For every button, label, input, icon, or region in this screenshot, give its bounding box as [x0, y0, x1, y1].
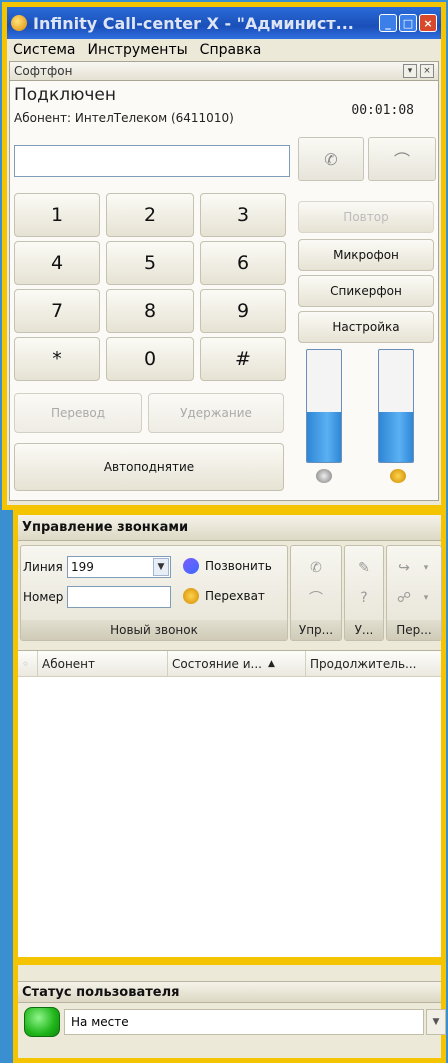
u-group-title: У... — [345, 620, 383, 640]
intercept-button[interactable]: Перехват — [183, 588, 265, 604]
hold-button[interactable]: Удержание — [148, 393, 284, 433]
new-call-group-title: Новый звонок — [21, 620, 287, 640]
hangup-icon: ⌒ — [393, 151, 410, 170]
status-indicator-icon[interactable] — [24, 1007, 60, 1037]
menu-item-system[interactable]: Система — [13, 42, 75, 58]
key-1[interactable]: 1 — [14, 193, 100, 237]
attach-icon[interactable]: ✎ — [355, 560, 373, 576]
microphone-icon — [316, 469, 332, 483]
close-icon[interactable]: × — [419, 14, 437, 32]
softphone-body: Подключен Абонент: ИнтелТелеком (6411010… — [9, 81, 439, 501]
phone-icon: ✆ — [324, 149, 338, 169]
menu-item-tools[interactable]: Инструменты — [87, 42, 187, 58]
line-select[interactable]: 199 ▼ — [67, 556, 171, 578]
key-0[interactable]: 0 — [106, 337, 194, 381]
speakerphone-button[interactable]: Спикерфон — [298, 275, 434, 307]
microphone-button[interactable]: Микрофон — [298, 239, 434, 271]
key-9[interactable]: 9 — [200, 289, 286, 333]
control-group: ✆ ⌒ Упр... — [290, 545, 342, 641]
autoanswer-button[interactable]: Автоподнятие — [14, 443, 284, 491]
call-control-frame: Управление звонками Линия 199 ▼ Номер По… — [13, 510, 446, 960]
column-state-label: Состояние и... — [172, 656, 262, 671]
column-duration[interactable]: Продолжитель... — [306, 651, 441, 676]
dial-icon — [183, 558, 199, 574]
softphone-header: Софтфон ▾ × — [9, 61, 439, 81]
conference-dropdown-icon[interactable]: ▾ — [417, 590, 435, 606]
sort-ascending-icon: ▲ — [267, 658, 275, 669]
answer-button[interactable]: ✆ — [298, 137, 364, 181]
dial-number-input[interactable] — [14, 145, 290, 177]
key-4[interactable]: 4 — [14, 241, 100, 285]
line-value: 199 — [71, 560, 94, 574]
transfer-group-title: Пер... — [387, 620, 441, 640]
key-6[interactable]: 6 — [200, 241, 286, 285]
column-subscriber[interactable]: Абонент — [38, 651, 168, 676]
call-timer: 00:01:08 — [351, 103, 414, 118]
line-label: Линия — [23, 560, 63, 574]
panel-close-icon[interactable]: × — [420, 64, 434, 78]
forward-icon[interactable]: ↪ — [395, 560, 413, 576]
maximize-icon[interactable]: □ — [399, 14, 417, 32]
repeat-button[interactable]: Повтор — [298, 201, 434, 233]
key-3[interactable]: 3 — [200, 193, 286, 237]
intercept-label: Перехват — [205, 589, 265, 603]
dial-keypad: 1 2 3 4 5 6 7 8 9 * 0 # — [14, 193, 286, 381]
app-icon — [11, 15, 27, 31]
user-status-select[interactable]: На месте — [64, 1009, 424, 1035]
minimize-icon[interactable]: _ — [379, 14, 397, 32]
transfer-group: ↪ ☍ ▾ ▾ Пер... — [386, 545, 442, 641]
speaker-level-fill — [379, 411, 413, 462]
transfer-button[interactable]: Перевод — [14, 393, 142, 433]
pin-icon[interactable]: ▾ — [403, 64, 417, 78]
user-status-frame: Статус пользователя На месте ▼ — [13, 960, 446, 1063]
speaker-icon — [390, 469, 406, 483]
status-dropdown-icon[interactable]: ▼ — [426, 1009, 446, 1035]
u-group: ✎ ? У... — [344, 545, 384, 641]
forward-dropdown-icon[interactable]: ▾ — [417, 560, 435, 576]
key-2[interactable]: 2 — [106, 193, 194, 237]
microphone-level-fill — [307, 411, 341, 462]
subscriber-info: Абонент: ИнтелТелеком (6411010) — [14, 111, 234, 125]
menu-item-help[interactable]: Справка — [200, 42, 262, 58]
key-5[interactable]: 5 — [106, 241, 194, 285]
call-button[interactable]: Позвонить — [183, 558, 272, 574]
key-8[interactable]: 8 — [106, 289, 194, 333]
control-group-title: Упр... — [291, 620, 341, 640]
speaker-level-slider[interactable] — [378, 349, 414, 463]
settings-button[interactable]: Настройка — [298, 311, 434, 343]
hangup-icon[interactable]: ⌒ — [307, 590, 325, 607]
key-star[interactable]: * — [14, 337, 100, 381]
calls-grid-header: ◦ Абонент Состояние и... ▲ Продолжитель.… — [18, 651, 441, 677]
title-bar[interactable]: Infinity Call-center X - "Админист... _ … — [7, 7, 441, 39]
help-icon[interactable]: ? — [355, 590, 373, 606]
user-status-row: На месте ▼ — [18, 1003, 446, 1043]
connection-status: Подключен — [14, 85, 116, 105]
calls-grid-body[interactable] — [18, 677, 441, 957]
window-title: Infinity Call-center X - "Админист... — [33, 13, 354, 33]
user-status-header: Статус пользователя — [18, 981, 441, 1003]
softphone-title: Софтфон — [14, 64, 73, 78]
number-input[interactable] — [67, 586, 171, 608]
softphone-frame: Infinity Call-center X - "Админист... _ … — [2, 2, 446, 510]
key-hash[interactable]: # — [200, 337, 286, 381]
row-indicator-header: ◦ — [18, 651, 38, 676]
chevron-down-icon[interactable]: ▼ — [153, 558, 169, 576]
call-control-header: Управление звонками — [18, 515, 441, 541]
call-control-toolbar: Линия 199 ▼ Номер Позвонить Перехват Нов… — [18, 541, 442, 651]
hangup-button[interactable]: ⌒ — [368, 137, 436, 181]
new-call-group: Линия 199 ▼ Номер Позвонить Перехват Нов… — [20, 545, 288, 641]
microphone-level-slider[interactable] — [306, 349, 342, 463]
key-7[interactable]: 7 — [14, 289, 100, 333]
intercept-icon — [183, 588, 199, 604]
call-label: Позвонить — [205, 559, 272, 573]
column-state[interactable]: Состояние и... ▲ — [168, 651, 306, 676]
menu-bar: Система Инструменты Справка — [7, 39, 441, 61]
answer-icon[interactable]: ✆ — [307, 560, 325, 576]
conference-icon[interactable]: ☍ — [395, 590, 413, 606]
number-label: Номер — [23, 590, 64, 604]
